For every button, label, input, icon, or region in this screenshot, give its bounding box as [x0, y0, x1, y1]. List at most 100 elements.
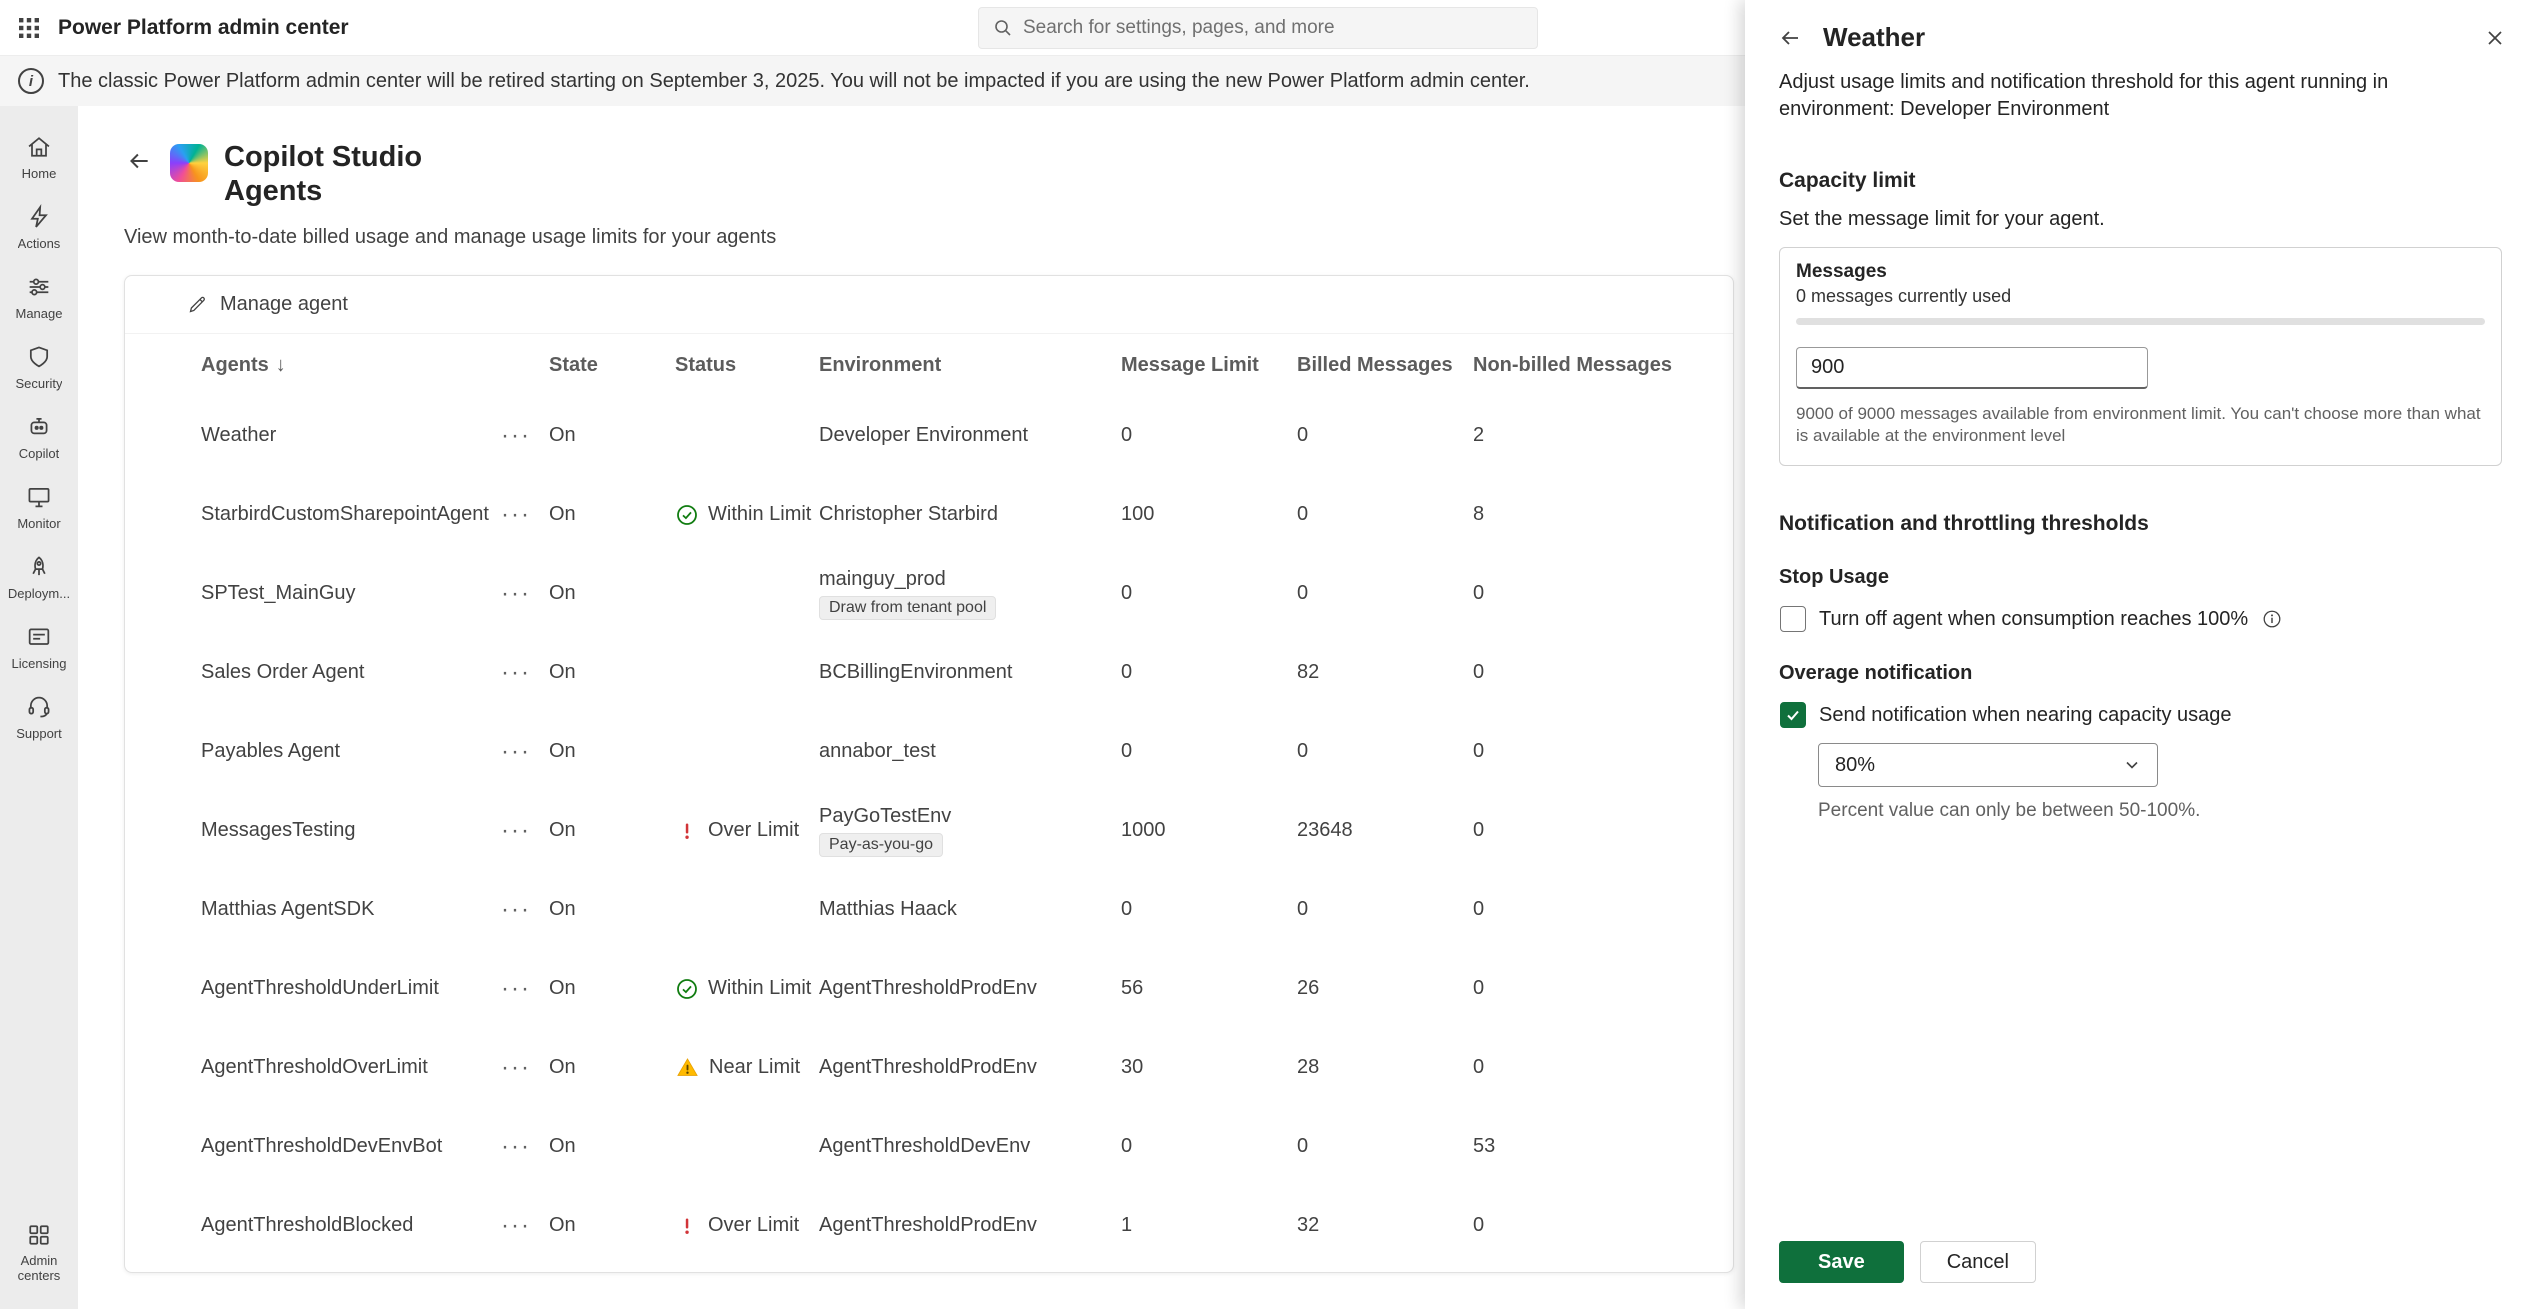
search-input[interactable] — [1023, 17, 1523, 39]
table-row[interactable]: AgentThresholdDevEnvBot···OnAgentThresho… — [125, 1107, 1733, 1186]
sidebar-item-label: Home — [22, 166, 57, 181]
table-row[interactable]: AgentThresholdOverLimit···OnNear LimitAg… — [125, 1028, 1733, 1107]
manage-agent-label: Manage agent — [220, 293, 348, 316]
agent-name[interactable]: Payables Agent — [201, 740, 501, 763]
sidebar-item-home[interactable]: Home — [6, 122, 72, 192]
stop-usage-checkbox[interactable] — [1780, 606, 1806, 632]
row-more-button[interactable]: ··· — [501, 1142, 549, 1152]
messages-usage-text: 0 messages currently used — [1796, 286, 2485, 307]
cancel-button[interactable]: Cancel — [1920, 1241, 2036, 1283]
non-billed-messages-value: 2 — [1473, 424, 1713, 447]
row-more-button[interactable]: ··· — [501, 1221, 549, 1231]
row-more-button[interactable]: ··· — [501, 905, 549, 915]
agent-name[interactable]: AgentThresholdDevEnvBot — [201, 1135, 501, 1158]
agent-name[interactable]: Sales Order Agent — [201, 661, 501, 684]
sidebar-items: Home ActionsManage Security Copilot Monitor D… — [6, 122, 72, 752]
agent-name[interactable]: AgentThresholdBlocked — [201, 1214, 501, 1237]
sidebar-item-licensing[interactable]: Licensing — [6, 612, 72, 682]
page-back-button[interactable] — [124, 146, 154, 176]
monitor-icon — [25, 483, 53, 511]
billed-messages-value: 82 — [1297, 661, 1473, 684]
table-row[interactable]: MessagesTesting···OnOver LimitPayGoTestE… — [125, 791, 1733, 870]
agent-state: On — [549, 1214, 675, 1237]
table-row[interactable]: Matthias AgentSDK···OnMatthias Haack000 — [125, 870, 1733, 949]
table-row[interactable]: AgentThresholdBlocked···OnOver LimitAgen… — [125, 1186, 1733, 1265]
row-more-button[interactable]: ··· — [501, 984, 549, 994]
global-search[interactable] — [978, 7, 1538, 49]
row-more-button[interactable]: ··· — [501, 589, 549, 599]
percent-threshold-dropdown[interactable]: 80% — [1818, 743, 2158, 787]
table-row[interactable]: Sales Order Agent···OnBCBillingEnvironme… — [125, 633, 1733, 712]
column-header-agents[interactable]: Agents ↓ — [201, 354, 549, 377]
panel-back-button[interactable] — [1775, 23, 1805, 53]
agent-name[interactable]: MessagesTesting — [201, 819, 501, 842]
agent-environment: BCBillingEnvironment — [819, 661, 1121, 684]
table-row[interactable]: Weather···OnDeveloper Environment002 — [125, 396, 1733, 475]
agent-state: On — [549, 582, 675, 605]
sidebar-item-admin-centers[interactable]: Admin centers — [0, 1210, 78, 1295]
thresholds-heading: Notification and throttling thresholds — [1779, 512, 2502, 536]
table-row[interactable]: Payables Agent···Onannabor_test000 — [125, 712, 1733, 791]
row-more-button[interactable]: ··· — [501, 668, 549, 678]
save-button[interactable]: Save — [1779, 1241, 1904, 1283]
message-limit-value: 0 — [1121, 424, 1297, 447]
column-header-billed-messages[interactable]: Billed Messages — [1297, 354, 1473, 377]
message-limit-input[interactable] — [1796, 347, 2148, 389]
row-more-button[interactable]: ··· — [501, 1063, 549, 1073]
environment-tag: Draw from tenant pool — [819, 596, 996, 620]
near-limit-icon — [675, 1055, 700, 1080]
row-more-button[interactable]: ··· — [501, 431, 549, 441]
sort-descending-icon: ↓ — [276, 354, 286, 377]
agent-status: Over Limit — [675, 819, 819, 843]
agent-name[interactable]: Weather — [201, 424, 501, 447]
sidebar-item-label: Monitor — [17, 516, 60, 531]
overage-notification-checkbox[interactable] — [1780, 702, 1806, 728]
sidebar-item-copilot[interactable]: Copilot — [6, 402, 72, 472]
percent-helper-text: Percent value can only be between 50-100… — [1818, 800, 2502, 822]
sidebar-item-label: Security — [16, 376, 63, 391]
table-row[interactable]: SPTest_MainGuy···Onmainguy_prodDraw from… — [125, 554, 1733, 633]
agent-name[interactable]: SPTest_MainGuy — [201, 582, 501, 605]
agent-name[interactable]: AgentThresholdOverLimit — [201, 1056, 501, 1079]
row-more-button[interactable]: ··· — [501, 510, 549, 520]
within-limit-icon — [675, 977, 699, 1001]
agent-environment: Christopher Starbird — [819, 503, 1121, 526]
agent-name[interactable]: AgentThresholdUnderLimit — [201, 977, 501, 1000]
panel-description: Adjust usage limits and notification thr… — [1779, 69, 2502, 123]
overage-notification-heading: Overage notification — [1779, 662, 2502, 685]
manage-agent-button[interactable]: Manage agent — [125, 276, 1733, 334]
percent-value: 80% — [1835, 754, 1875, 777]
column-header-environment[interactable]: Environment — [819, 354, 1121, 377]
column-header-non-billed-messages[interactable]: Non-billed Messages — [1473, 354, 1713, 377]
sidebar-item-support[interactable]: Support — [6, 682, 72, 752]
app-title: Power Platform admin center — [58, 16, 349, 40]
agent-state: On — [549, 898, 675, 921]
sidebar-item-monitor[interactable]: Monitor — [6, 472, 72, 542]
table-row[interactable]: StarbirdCustomSharepointAgent···OnWithin… — [125, 475, 1733, 554]
copilot-icon — [25, 413, 53, 441]
chevron-down-icon — [2123, 756, 2141, 774]
non-billed-messages-value: 0 — [1473, 582, 1713, 605]
row-more-button[interactable]: ··· — [501, 826, 549, 836]
column-header-status[interactable]: Status — [675, 354, 819, 377]
row-more-button[interactable]: ··· — [501, 747, 549, 757]
sidebar-item-manage[interactable]: Manage — [6, 262, 72, 332]
agent-name[interactable]: StarbirdCustomSharepointAgent — [201, 503, 501, 526]
column-header-message-limit[interactable]: Message Limit — [1121, 354, 1297, 377]
table-row[interactable]: AgentThresholdUnderLimit···OnWithin Limi… — [125, 949, 1733, 1028]
agent-state: On — [549, 977, 675, 1000]
app-launcher-waffle-icon[interactable] — [0, 0, 58, 56]
agent-environment: annabor_test — [819, 740, 1121, 763]
close-icon[interactable] — [2480, 23, 2510, 53]
non-billed-messages-value: 0 — [1473, 661, 1713, 684]
support-icon — [25, 693, 53, 721]
info-icon[interactable] — [2261, 608, 2283, 630]
column-header-state[interactable]: State — [549, 354, 675, 377]
sidebar-item-actions[interactable]: Actions — [6, 192, 72, 262]
sidebar-item-security[interactable]: Security — [6, 332, 72, 402]
non-billed-messages-value: 0 — [1473, 1056, 1713, 1079]
agent-name[interactable]: Matthias AgentSDK — [201, 898, 501, 921]
sidebar-item-deploym[interactable]: Deploym... — [6, 542, 72, 612]
over-limit-icon — [675, 1214, 699, 1238]
agent-environment: AgentThresholdProdEnv — [819, 977, 1121, 1000]
